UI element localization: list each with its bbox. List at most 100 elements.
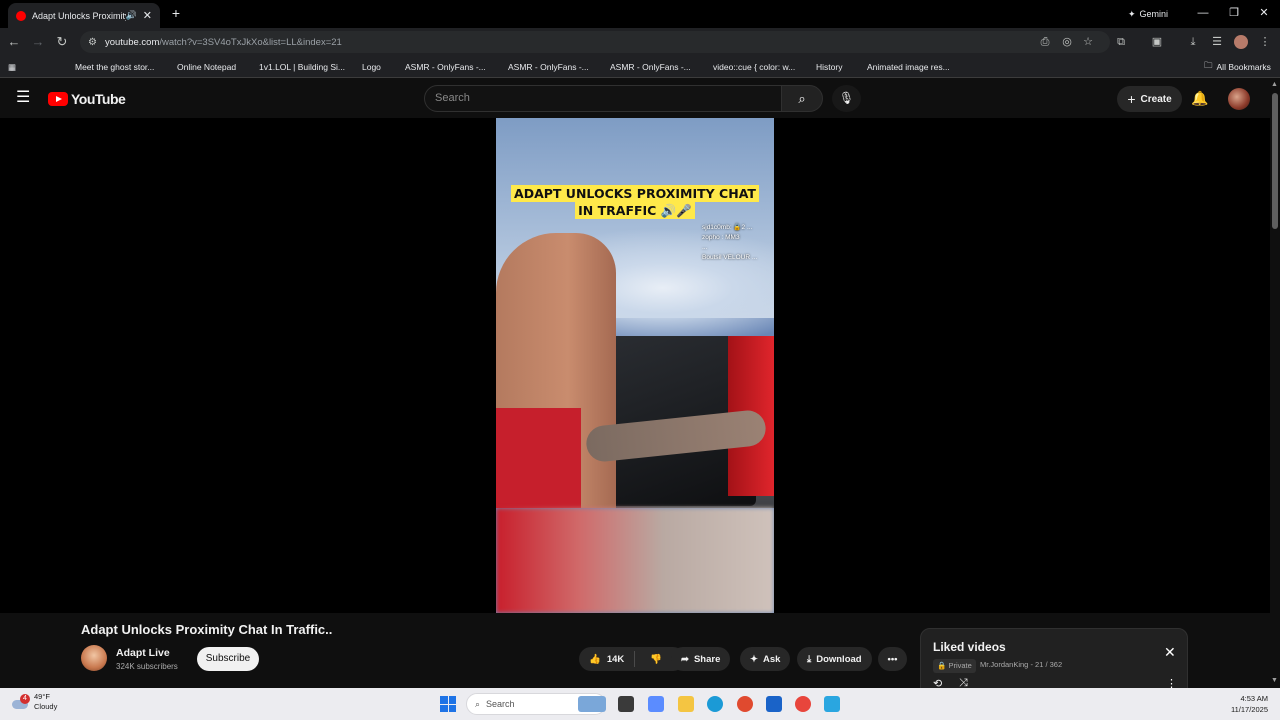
bookmark-item[interactable]: ASMR - OnlyFans -... [596,60,691,74]
new-tab-button[interactable]: + [168,5,184,21]
gemini-button[interactable]: ✦ Gemini [1120,5,1176,23]
bookmark-item[interactable]: video::cue { color: w... [699,60,795,74]
download-icon: ⤓ [807,653,812,665]
playlist-meta: Mr.JordanKing - 21 / 362 [980,660,1063,669]
bookmark-item[interactable] [38,60,52,74]
cloud-icon [348,62,358,72]
address-bar[interactable]: ⚙ youtube.com/watch?v=3SV4oTxJkXo&list=L… [80,31,1110,53]
weather-desc: Cloudy [34,702,58,711]
youtube-favicon-icon [16,10,26,21]
bookmark-label: Online Notepad [177,62,237,72]
active-tab[interactable]: Adapt Unlocks Proximity Chat In Traffic.… [8,3,160,28]
bookmark-star-icon[interactable]: ☆ [1081,35,1095,49]
scrollbar-thumb[interactable] [1272,93,1278,229]
windows-start-icon[interactable] [440,696,456,712]
task-view-icon[interactable] [618,696,634,712]
scroll-up-icon[interactable]: ▲ [1271,81,1278,88]
thumbs-up-icon: 👍 [589,653,601,665]
tab-search-icon[interactable]: ▣ [1150,35,1164,49]
chrome-menu-icon[interactable]: ⋮ [1258,35,1272,49]
widgets-icon[interactable] [578,696,606,712]
bookmark-item[interactable]: History [802,60,842,74]
notepad-icon [163,62,173,72]
dislike-button[interactable]: 👎 [640,654,672,665]
caption-line-1: ADAPT UNLOCKS PROXIMITY CHAT [511,185,759,202]
bookmark-label: ASMR - OnlyFans -... [405,62,486,72]
speaker-icon[interactable]: 🔊 [126,10,137,21]
back-arrow-icon[interactable]: ← [6,34,22,50]
search-input[interactable]: Search [424,85,782,112]
share-button[interactable]: ➦ Share [671,647,731,671]
stream-chat-overlay: sjd1c0mb: 🔒2 ... zopho : MM3 ... Boutsil… [702,223,774,263]
ask-label: Ask [762,653,781,665]
subscriber-count: 324K subscribers [116,662,178,671]
install-app-icon[interactable]: ⎙ [1038,35,1052,49]
minimize-icon[interactable]: — [1194,5,1212,21]
edge-icon[interactable] [707,696,723,712]
restore-icon[interactable]: ❐ [1225,5,1243,21]
share-label: Share [693,653,721,665]
create-button[interactable]: + Create [1117,86,1182,112]
youtube-logo[interactable]: YouTube [48,91,126,107]
reload-icon[interactable]: ↻ [54,34,70,50]
tab-title: Adapt Unlocks Proximity Chat In Traffic.… [32,10,126,21]
bookmark-label: 1v1.LOL | Building Si... [259,62,345,72]
channel-avatar[interactable] [81,645,107,671]
bookmark-item[interactable]: ASMR - OnlyFans -... [391,60,486,74]
close-icon[interactable]: ✕ [1164,644,1176,661]
bookmark-item[interactable]: 1v1.LOL | Building Si... [245,60,345,74]
subscribe-button[interactable]: Subscribe [197,647,259,671]
lock-icon: 🔒 [937,661,947,670]
all-bookmarks-button[interactable]: 🗀 All Bookmarks [1204,60,1271,74]
reading-list-icon[interactable]: ☰ [1210,35,1224,49]
system-clock[interactable]: 4:53 AM 11/17/2025 [1222,693,1268,715]
bookmark-label: Meet the ghost stor... [75,62,155,72]
tracking-eye-off-icon[interactable]: ◎ [1060,35,1074,49]
tab-close-icon[interactable]: ✕ [143,9,152,22]
apps-grid-icon[interactable]: ▦ [8,60,16,74]
bookmark-item[interactable]: ASMR - OnlyFans -... [494,60,589,74]
video-red-shirt [496,408,581,508]
copilot-icon[interactable] [648,696,664,712]
app-icon[interactable] [824,696,840,712]
search-icon[interactable]: ⌕ [781,85,823,112]
like-button[interactable]: 👍 14K [579,651,636,667]
chat-line: sjd1c0mb: 🔒2 ... [702,224,753,231]
download-button[interactable]: ⤓ Download [797,647,872,671]
bookmark-item[interactable]: Meet the ghost stor... [61,60,154,74]
chrome-canary-icon[interactable] [737,696,753,712]
windows-taskbar: 4 49°F Cloudy ⌕ Search 4:53 AM 11/17/202… [0,688,1280,720]
notifications-bell-icon[interactable]: 🔔 [1191,90,1208,107]
store-icon[interactable] [766,696,782,712]
profile-avatar-icon[interactable] [1234,35,1248,49]
channel-name[interactable]: Adapt Live [116,647,170,659]
url-host: youtube.com [104,36,160,48]
more-actions-button[interactable]: ••• [878,647,907,671]
microphone-icon[interactable]: 🎙 [832,85,861,112]
extensions-icon[interactable]: ⧉ [1114,35,1128,49]
bookmark-item[interactable]: Animated image res... [853,60,950,74]
ask-button[interactable]: ✦ Ask [740,647,791,671]
forward-arrow-icon[interactable]: → [30,34,46,50]
chrome-icon[interactable] [795,696,811,712]
page-scrollbar[interactable]: ▲ ▼ [1270,79,1280,688]
menu-hamburger-icon[interactable]: ☰ [16,90,32,106]
site-info-icon[interactable]: ⚙ [88,37,97,48]
weather-widget[interactable]: 4 49°F Cloudy [10,692,57,712]
youtube-icon [38,62,48,72]
weather-temp: 49°F [34,692,50,701]
download-icon[interactable]: ⤓ [1186,35,1200,49]
playlist-title[interactable]: Liked videos [933,640,1006,654]
video-frame[interactable]: ADAPT UNLOCKS PROXIMITY CHAT IN TRAFFIC … [496,118,774,613]
all-bookmarks-label: All Bookmarks [1216,62,1271,72]
file-explorer-icon[interactable] [678,696,694,712]
scroll-down-icon[interactable]: ▼ [1271,677,1278,684]
video-caption: ADAPT UNLOCKS PROXIMITY CHAT IN TRAFFIC … [496,185,774,219]
window-close-icon[interactable]: ✕ [1255,5,1273,21]
share-arrow-icon: ➦ [681,653,689,665]
folder-icon: 🗀 [1204,60,1213,70]
bookmark-item[interactable]: Logo [348,60,381,74]
game-icon [245,62,255,72]
account-avatar[interactable] [1228,88,1250,110]
bookmark-item[interactable]: Online Notepad [163,60,236,74]
